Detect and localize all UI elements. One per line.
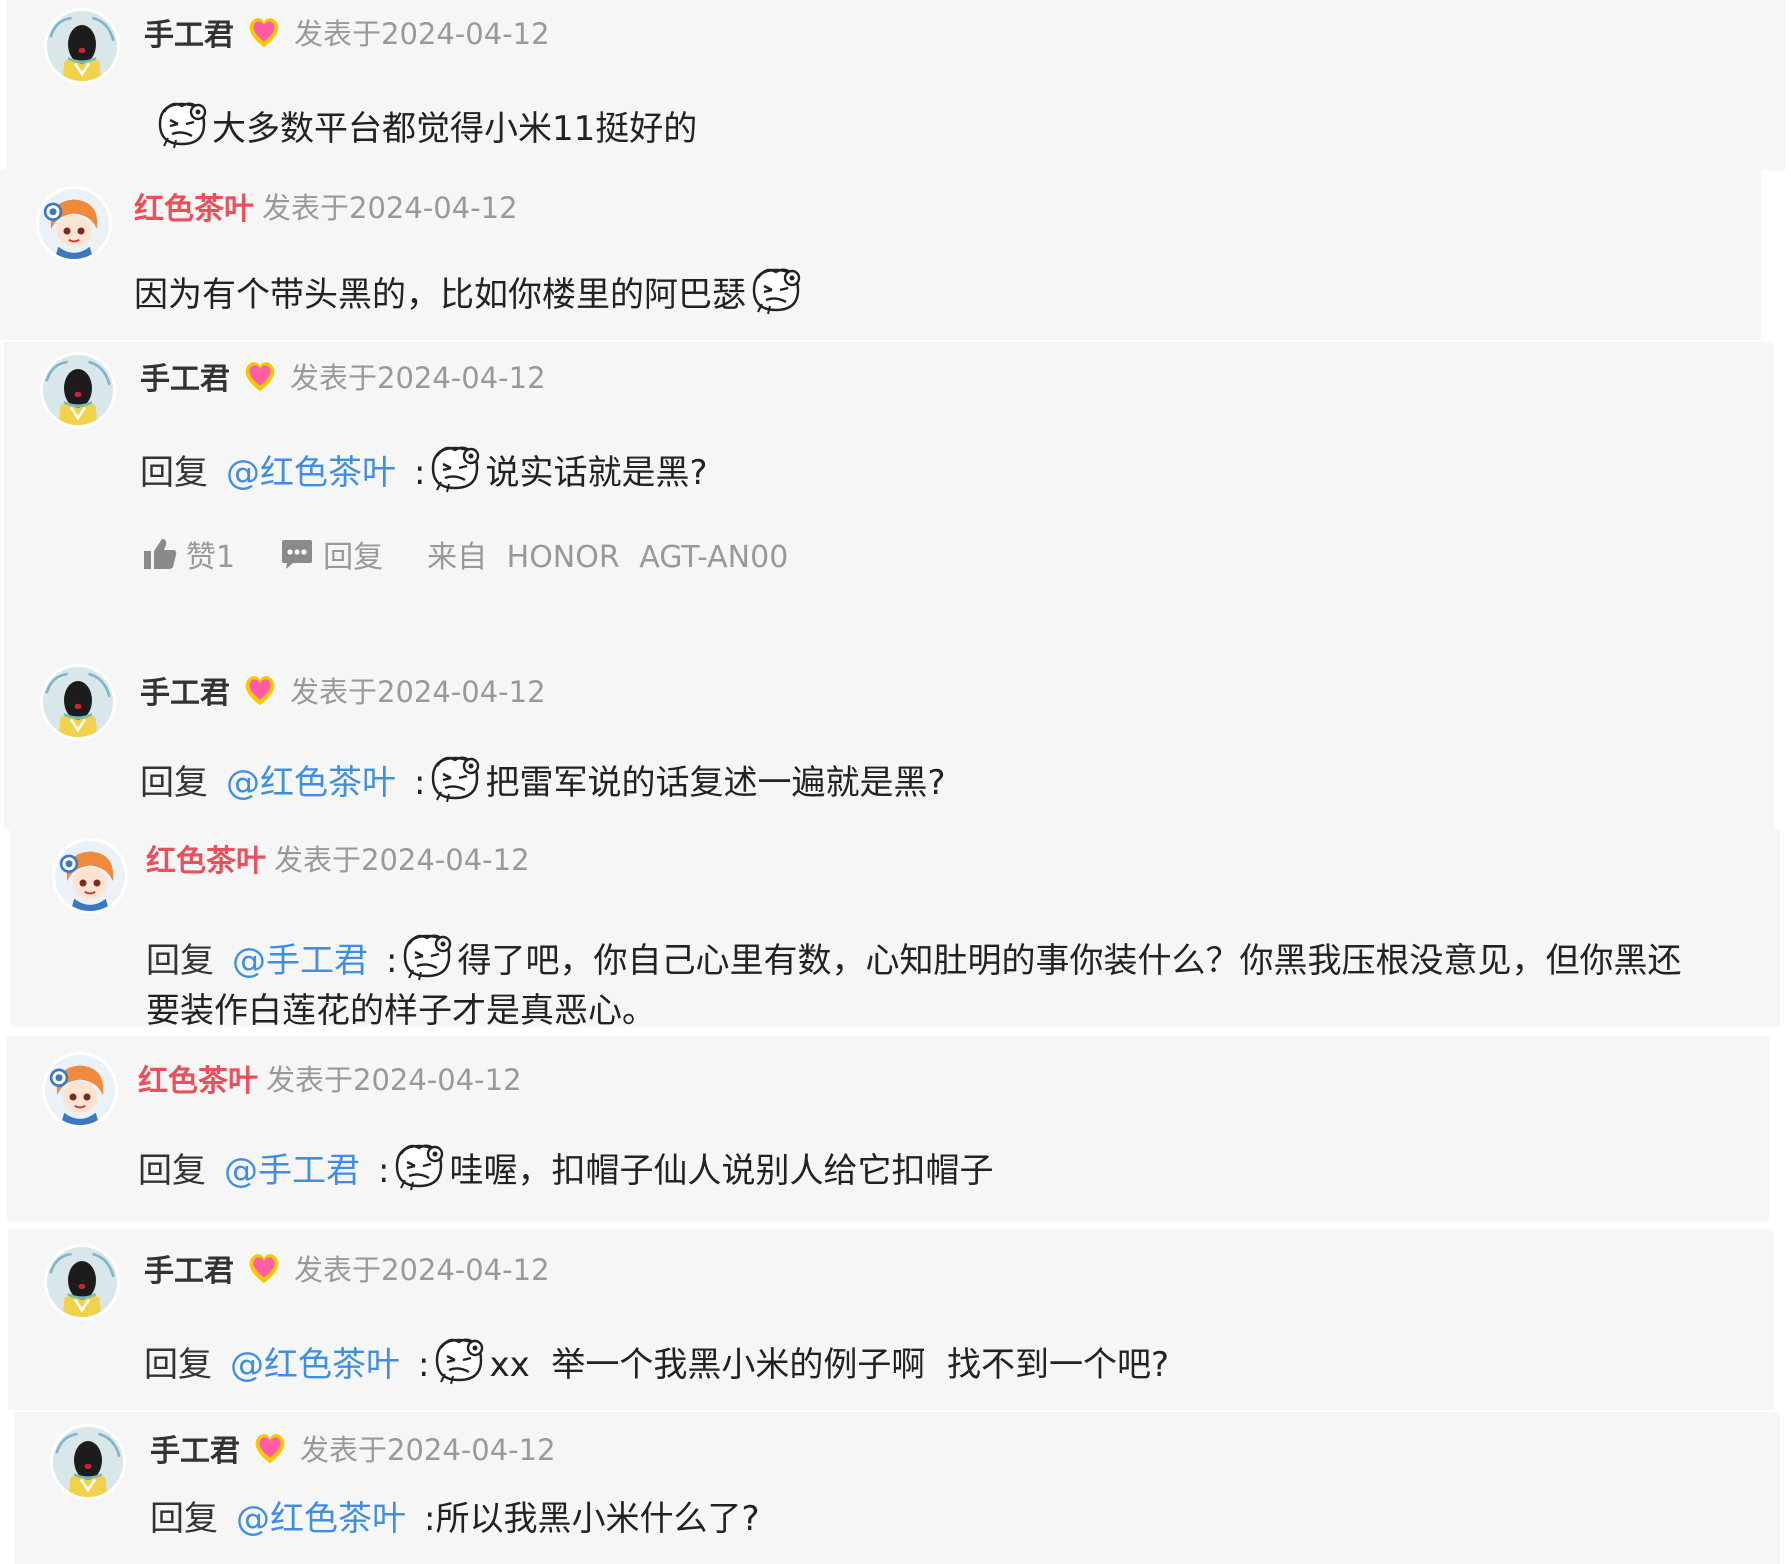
username[interactable]: 红色茶叶 bbox=[146, 836, 266, 880]
device-info: 来自 HONOR AGT-AN00 bbox=[427, 540, 789, 575]
post-meta: 手工君 发表于2024-04-12 bbox=[140, 668, 546, 712]
mention-link[interactable]: @红色茶叶 bbox=[230, 1345, 400, 1385]
mention-link[interactable]: @手工君 bbox=[232, 941, 368, 981]
post-date: 发表于2024-04-12 bbox=[266, 1063, 522, 1097]
reply-prefix: 回复 bbox=[144, 1345, 212, 1385]
post-text-line-2: 要装作白莲花的样子才是真恶心。 bbox=[146, 991, 656, 1031]
avatar[interactable] bbox=[52, 838, 128, 914]
post-text: 哇喔，扣帽子仙人说别人给它扣帽子 bbox=[449, 1151, 994, 1191]
post-content: 回复 @红色茶叶: 说实话就是黑? bbox=[140, 442, 708, 498]
doodle-face-emoji-icon bbox=[748, 264, 804, 316]
username[interactable]: 手工君 bbox=[140, 354, 230, 398]
avatar[interactable] bbox=[44, 1244, 120, 1320]
doodle-face-emoji-icon bbox=[427, 442, 483, 494]
post-text: 因为有个带头黑的，比如你楼里的阿巴瑟 bbox=[134, 275, 746, 315]
heart-badge-icon bbox=[250, 1429, 290, 1467]
post-card: 手工君 发表于2024-04-12 回复 @红色茶叶: 把雷军说的话复述一遍就是黑? bbox=[4, 648, 1774, 830]
post-card: 红色茶叶 发表于2024-04-12 回复 @手工君: 得了吧，你自己心里有数，心知… bbox=[10, 830, 1780, 1031]
mention-link[interactable]: @红色茶叶 bbox=[226, 453, 396, 493]
avatar[interactable] bbox=[42, 1052, 118, 1128]
post-content: 回复 @手工君: 得了吧，你自己心里有数，心知肚明的事你装什么？你黑我压根没意见，但… bbox=[146, 930, 1766, 1036]
post-meta: 手工君 发表于2024-04-12 bbox=[144, 1246, 550, 1290]
username[interactable]: 红色茶叶 bbox=[134, 184, 254, 228]
heart-badge-icon bbox=[240, 357, 280, 395]
post-content: 大多数平台都觉得小米11挺好的 bbox=[152, 98, 697, 154]
post-content: 回复 @红色茶叶: xx 举一个我黑小米的例子啊 找不到一个吧? bbox=[144, 1334, 1169, 1390]
post-card: 手工君 发表于2024-04-12 大多数平台都觉得小米11挺好的 bbox=[6, 0, 1786, 170]
reply-prefix: 回复 bbox=[146, 941, 214, 981]
post-text: 说实话就是黑? bbox=[485, 453, 708, 493]
post-date: 发表于2024-04-12 bbox=[262, 191, 518, 225]
post-text: 大多数平台都觉得小米11挺好的 bbox=[212, 109, 698, 149]
post-meta: 红色茶叶 发表于2024-04-12 bbox=[146, 836, 530, 880]
colon: : bbox=[378, 1151, 390, 1191]
post-date: 发表于2024-04-12 bbox=[290, 361, 546, 395]
avatar[interactable] bbox=[40, 352, 116, 428]
post-meta: 红色茶叶 发表于2024-04-12 bbox=[134, 184, 518, 228]
post-card: 手工君 发表于2024-04-12 回复 @红色茶叶 :所以我黑小米什么了? bbox=[14, 1412, 1780, 1564]
colon: : bbox=[418, 1345, 430, 1385]
reply-prefix: 回复 bbox=[138, 1151, 206, 1191]
doodle-face-emoji-icon bbox=[154, 98, 210, 150]
post-content: 回复 @手工君: 哇喔，扣帽子仙人说别人给它扣帽子 bbox=[138, 1140, 993, 1196]
mention-link[interactable]: @红色茶叶 bbox=[226, 763, 396, 803]
doodle-face-emoji-icon bbox=[427, 752, 483, 804]
doodle-face-emoji-icon bbox=[431, 1334, 487, 1386]
post-card: 手工君 发表于2024-04-12 回复 @红色茶叶: 说实话就是黑? 赞1 回复 … bbox=[4, 342, 1774, 648]
post-date: 发表于2024-04-12 bbox=[274, 843, 530, 877]
avatar[interactable] bbox=[36, 186, 112, 262]
like-count: 赞1 bbox=[186, 540, 236, 575]
post-actions: 赞1 回复 来自 HONOR AGT-AN00 bbox=[142, 532, 788, 576]
post-meta: 手工君 发表于2024-04-12 bbox=[140, 354, 546, 398]
doodle-face-emoji-icon bbox=[399, 930, 455, 982]
username[interactable]: 手工君 bbox=[144, 1246, 234, 1290]
colon: : bbox=[386, 941, 398, 981]
colon: : bbox=[414, 763, 426, 803]
colon: : bbox=[414, 453, 426, 493]
heart-badge-icon bbox=[240, 671, 280, 709]
post-date: 发表于2024-04-12 bbox=[294, 1253, 550, 1287]
mention-link[interactable]: @红色茶叶 bbox=[236, 1499, 406, 1539]
heart-badge-icon bbox=[244, 13, 284, 51]
post-date: 发表于2024-04-12 bbox=[300, 1433, 556, 1467]
post-date: 发表于2024-04-12 bbox=[290, 675, 546, 709]
username[interactable]: 手工君 bbox=[144, 10, 234, 54]
post-text: 把雷军说的话复述一遍就是黑? bbox=[485, 763, 946, 803]
avatar[interactable] bbox=[44, 8, 120, 84]
thumbs-up-icon bbox=[142, 537, 178, 571]
mention-link[interactable]: @手工君 bbox=[224, 1151, 360, 1191]
post-content: 回复 @红色茶叶: 把雷军说的话复述一遍就是黑? bbox=[140, 752, 946, 808]
post-date: 发表于2024-04-12 bbox=[294, 17, 550, 51]
post-text-line-1: 得了吧，你自己心里有数，心知肚明的事你装什么？你黑我压根没意见，但你黑还 bbox=[457, 941, 1682, 981]
reply-prefix: 回复 bbox=[150, 1499, 218, 1539]
post-meta: 手工君 发表于2024-04-12 bbox=[150, 1426, 556, 1470]
post-text: xx 举一个我黑小米的例子啊 找不到一个吧? bbox=[489, 1345, 1169, 1385]
post-card: 红色茶叶 发表于2024-04-12 回复 @手工君: 哇喔，扣帽子仙人说别人给它扣… bbox=[6, 1036, 1770, 1222]
chat-bubble-icon bbox=[279, 537, 315, 571]
username[interactable]: 红色茶叶 bbox=[138, 1056, 258, 1100]
post-card: 红色茶叶 发表于2024-04-12 因为有个带头黑的，比如你楼里的阿巴瑟 bbox=[0, 170, 1761, 340]
avatar[interactable] bbox=[40, 664, 116, 740]
avatar[interactable] bbox=[50, 1424, 126, 1500]
post-card: 手工君 发表于2024-04-12 回复 @红色茶叶: xx 举一个我黑小米的例子啊… bbox=[8, 1230, 1774, 1410]
post-text: :所以我黑小米什么了? bbox=[424, 1499, 760, 1539]
post-content: 因为有个带头黑的，比如你楼里的阿巴瑟 bbox=[134, 264, 806, 320]
post-meta: 红色茶叶 发表于2024-04-12 bbox=[138, 1056, 522, 1100]
post-meta: 手工君 发表于2024-04-12 bbox=[144, 10, 550, 54]
reply-button[interactable]: 回复 bbox=[279, 532, 383, 576]
reply-label: 回复 bbox=[323, 540, 384, 575]
heart-badge-icon bbox=[244, 1249, 284, 1287]
post-content: 回复 @红色茶叶 :所以我黑小米什么了? bbox=[150, 1494, 760, 1544]
username[interactable]: 手工君 bbox=[140, 668, 230, 712]
reply-prefix: 回复 bbox=[140, 763, 208, 803]
reply-prefix: 回复 bbox=[140, 453, 208, 493]
doodle-face-emoji-icon bbox=[391, 1140, 447, 1192]
username[interactable]: 手工君 bbox=[150, 1426, 240, 1470]
like-button[interactable]: 赞1 bbox=[142, 532, 235, 576]
